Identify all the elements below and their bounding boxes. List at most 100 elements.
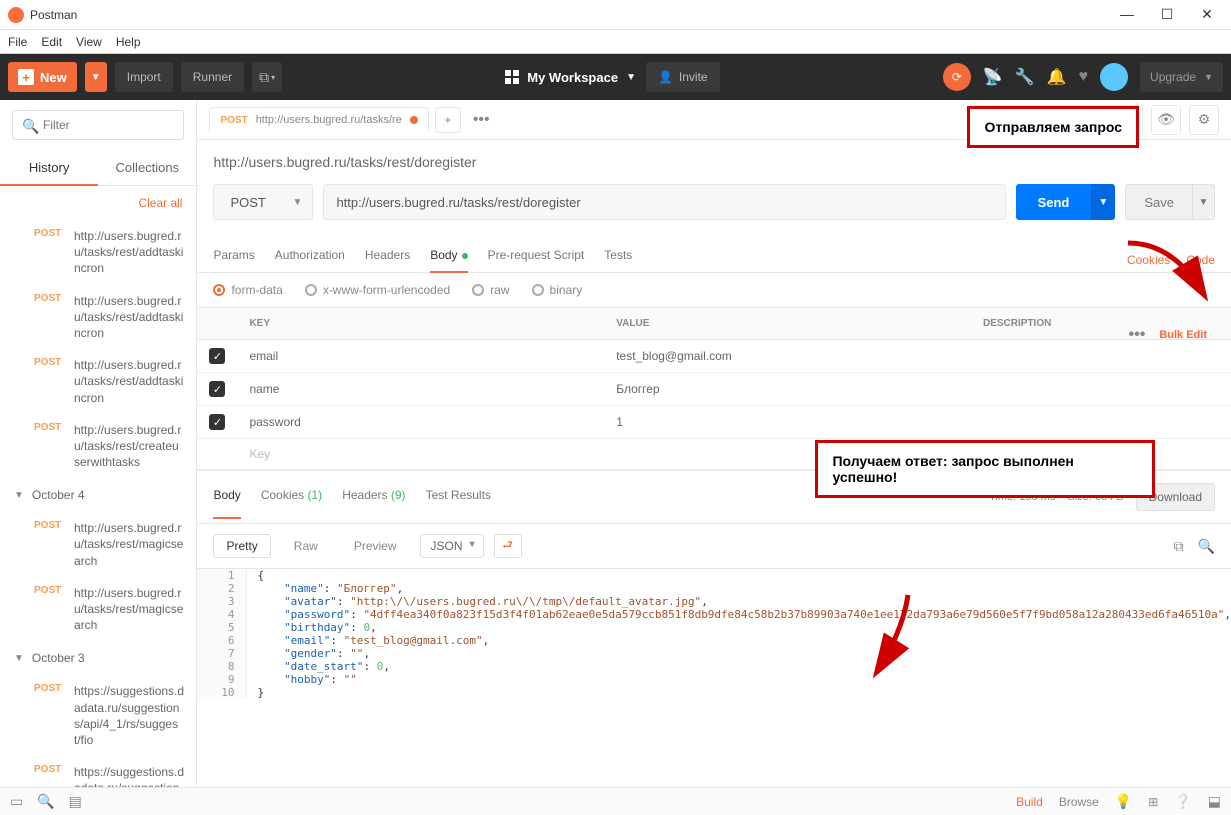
minimize-icon[interactable]: —	[1117, 6, 1137, 23]
fmt-raw[interactable]: Raw	[281, 534, 331, 558]
history-item[interactable]: POSThttps://suggestions.dadata.ru/sugges…	[0, 756, 196, 787]
checkbox-icon[interactable]: ✓	[209, 381, 225, 397]
tab-more-icon[interactable]: •••	[467, 111, 496, 129]
history-item[interactable]: POSThttp://users.bugred.ru/tasks/rest/cr…	[0, 414, 196, 479]
browse-link[interactable]: Browse	[1059, 795, 1099, 809]
radio-urlencoded[interactable]: x-www-form-urlencoded	[305, 283, 450, 297]
new-window-icon[interactable]: ⧉▾	[252, 62, 282, 92]
kv-row[interactable]: ✓nameБлоггер	[197, 373, 1231, 406]
chevron-down-icon: ▼	[626, 72, 636, 83]
close-icon[interactable]: ✕	[1197, 6, 1217, 23]
menu-file[interactable]: File	[8, 35, 27, 49]
two-pane-icon[interactable]: ⬓	[1208, 793, 1221, 810]
menu-edit[interactable]: Edit	[41, 35, 62, 49]
arrow-icon	[868, 590, 918, 680]
bulk-edit-link[interactable]: Bulk Edit	[1159, 329, 1207, 341]
plus-icon: +	[18, 69, 34, 85]
add-tab-button[interactable]: +	[435, 107, 461, 133]
find-icon[interactable]: 🔍	[37, 793, 54, 810]
import-button[interactable]: Import	[115, 62, 173, 92]
callout-response: Получаем ответ: запрос выполнен успешно!	[815, 440, 1155, 498]
history-date[interactable]: ▼October 3	[0, 641, 196, 675]
settings-icon[interactable]: ⚙	[1189, 105, 1219, 135]
avatar[interactable]	[1100, 63, 1128, 91]
tab-history[interactable]: History	[0, 150, 98, 185]
tab-authorization[interactable]: Authorization	[275, 248, 345, 272]
wrench-icon[interactable]: 🔧	[1015, 67, 1035, 87]
copy-icon[interactable]: ⧉	[1174, 538, 1184, 555]
lang-dropdown[interactable]: JSON▼	[420, 534, 484, 558]
kv-row[interactable]: ✓emailtest_blog@gmail.com	[197, 340, 1231, 373]
radio-formdata[interactable]: form-data	[213, 283, 282, 297]
save-dropdown[interactable]: ▼	[1193, 184, 1215, 220]
send-dropdown[interactable]: ▼	[1091, 184, 1115, 220]
more-icon[interactable]: •••	[1129, 326, 1146, 344]
topbar: +New ▼ Import Runner ⧉▾ My Workspace ▼ 👤…	[0, 54, 1231, 100]
send-button[interactable]: Send	[1016, 184, 1092, 220]
history-item[interactable]: POSThttps://suggestions.dadata.ru/sugges…	[0, 675, 196, 756]
resp-tab-headers[interactable]: Headers (9)	[342, 488, 405, 506]
history-item[interactable]: POSThttp://users.bugred.ru/tasks/rest/ad…	[0, 220, 196, 285]
checkbox-icon[interactable]: ✓	[209, 348, 225, 364]
response-body[interactable]: 1{2 "name": "Блоггер",3 "avatar": "http:…	[197, 568, 1231, 787]
kv-header: KEY VALUE DESCRIPTION •••Bulk Edit	[197, 308, 1231, 340]
tab-headers[interactable]: Headers	[365, 248, 410, 272]
resp-tab-testresults[interactable]: Test Results	[426, 488, 491, 506]
checkbox-icon[interactable]: ✓	[209, 414, 225, 430]
fmt-preview[interactable]: Preview	[341, 534, 410, 558]
history-item[interactable]: POSThttp://users.bugred.ru/tasks/rest/ma…	[0, 577, 196, 642]
env-preview-icon[interactable]: 👁	[1151, 105, 1181, 135]
heart-icon[interactable]: ♥	[1079, 68, 1089, 86]
active-dot-icon	[462, 253, 468, 259]
sidebar: 🔍 History Collections Clear all POSThttp…	[0, 100, 197, 787]
callout-send: Отправляем запрос	[967, 106, 1139, 148]
resp-tab-body[interactable]: Body	[213, 488, 240, 506]
wrap-icon[interactable]: ⮐	[494, 534, 522, 558]
url-input[interactable]: http://users.bugred.ru/tasks/rest/doregi…	[323, 184, 1005, 220]
radio-raw[interactable]: raw	[472, 283, 509, 297]
unsaved-dot-icon	[410, 116, 418, 124]
resp-tab-cookies[interactable]: Cookies (1)	[261, 488, 322, 506]
bell-icon[interactable]: 🔔	[1047, 67, 1067, 87]
sidebar-toggle-icon[interactable]: ▭	[10, 793, 23, 810]
tab-collections[interactable]: Collections	[98, 150, 196, 185]
runner-button[interactable]: Runner	[181, 62, 244, 92]
sync-icon[interactable]: ⟳	[943, 63, 971, 91]
history-item[interactable]: POSThttp://users.bugred.ru/tasks/rest/ad…	[0, 349, 196, 414]
postman-logo-icon	[8, 7, 24, 23]
new-dropdown[interactable]: ▼	[85, 62, 107, 92]
console-icon[interactable]: ▤	[69, 793, 82, 810]
arrow-icon	[1123, 238, 1213, 308]
tab-tests[interactable]: Tests	[604, 248, 632, 272]
bootcamp-icon[interactable]: 💡	[1115, 793, 1132, 810]
tab-params[interactable]: Params	[213, 248, 254, 272]
history-date[interactable]: ▼October 4	[0, 478, 196, 512]
menu-help[interactable]: Help	[116, 35, 141, 49]
request-tab[interactable]: POST http://users.bugred.ru/tasks/re	[209, 107, 428, 132]
build-link[interactable]: Build	[1016, 795, 1043, 809]
content-area: POST http://users.bugred.ru/tasks/re + •…	[197, 100, 1231, 787]
history-item[interactable]: POSThttp://users.bugred.ru/tasks/rest/ma…	[0, 512, 196, 577]
menu-view[interactable]: View	[76, 35, 102, 49]
invite-button[interactable]: 👤Invite	[646, 62, 720, 92]
maximize-icon[interactable]: ☐	[1157, 6, 1177, 23]
clear-all-link[interactable]: Clear all	[0, 186, 196, 220]
menubar: File Edit View Help	[0, 30, 1231, 54]
workspace-selector[interactable]: My Workspace ▼	[505, 70, 636, 85]
fmt-pretty[interactable]: Pretty	[213, 534, 270, 558]
satellite-icon[interactable]: 📡	[983, 67, 1003, 87]
kv-row[interactable]: ✓password1	[197, 406, 1231, 439]
statusbar: ▭ 🔍 ▤ Build Browse 💡 ⊞ ❔ ⬓	[0, 787, 1231, 815]
upgrade-button[interactable]: Upgrade▼	[1140, 62, 1223, 92]
keyboard-icon[interactable]: ⊞	[1148, 795, 1158, 809]
help-icon[interactable]: ❔	[1174, 793, 1191, 810]
history-item[interactable]: POSThttp://users.bugred.ru/tasks/rest/ad…	[0, 285, 196, 350]
save-button[interactable]: Save	[1125, 184, 1193, 220]
tab-prerequest[interactable]: Pre-request Script	[488, 248, 585, 272]
tab-body[interactable]: Body	[430, 248, 467, 272]
new-button[interactable]: +New	[8, 62, 77, 92]
search-icon[interactable]: 🔍	[1198, 538, 1215, 555]
radio-binary[interactable]: binary	[532, 283, 583, 297]
method-dropdown[interactable]: POST▼	[213, 184, 313, 220]
user-plus-icon: 👤	[658, 70, 673, 84]
